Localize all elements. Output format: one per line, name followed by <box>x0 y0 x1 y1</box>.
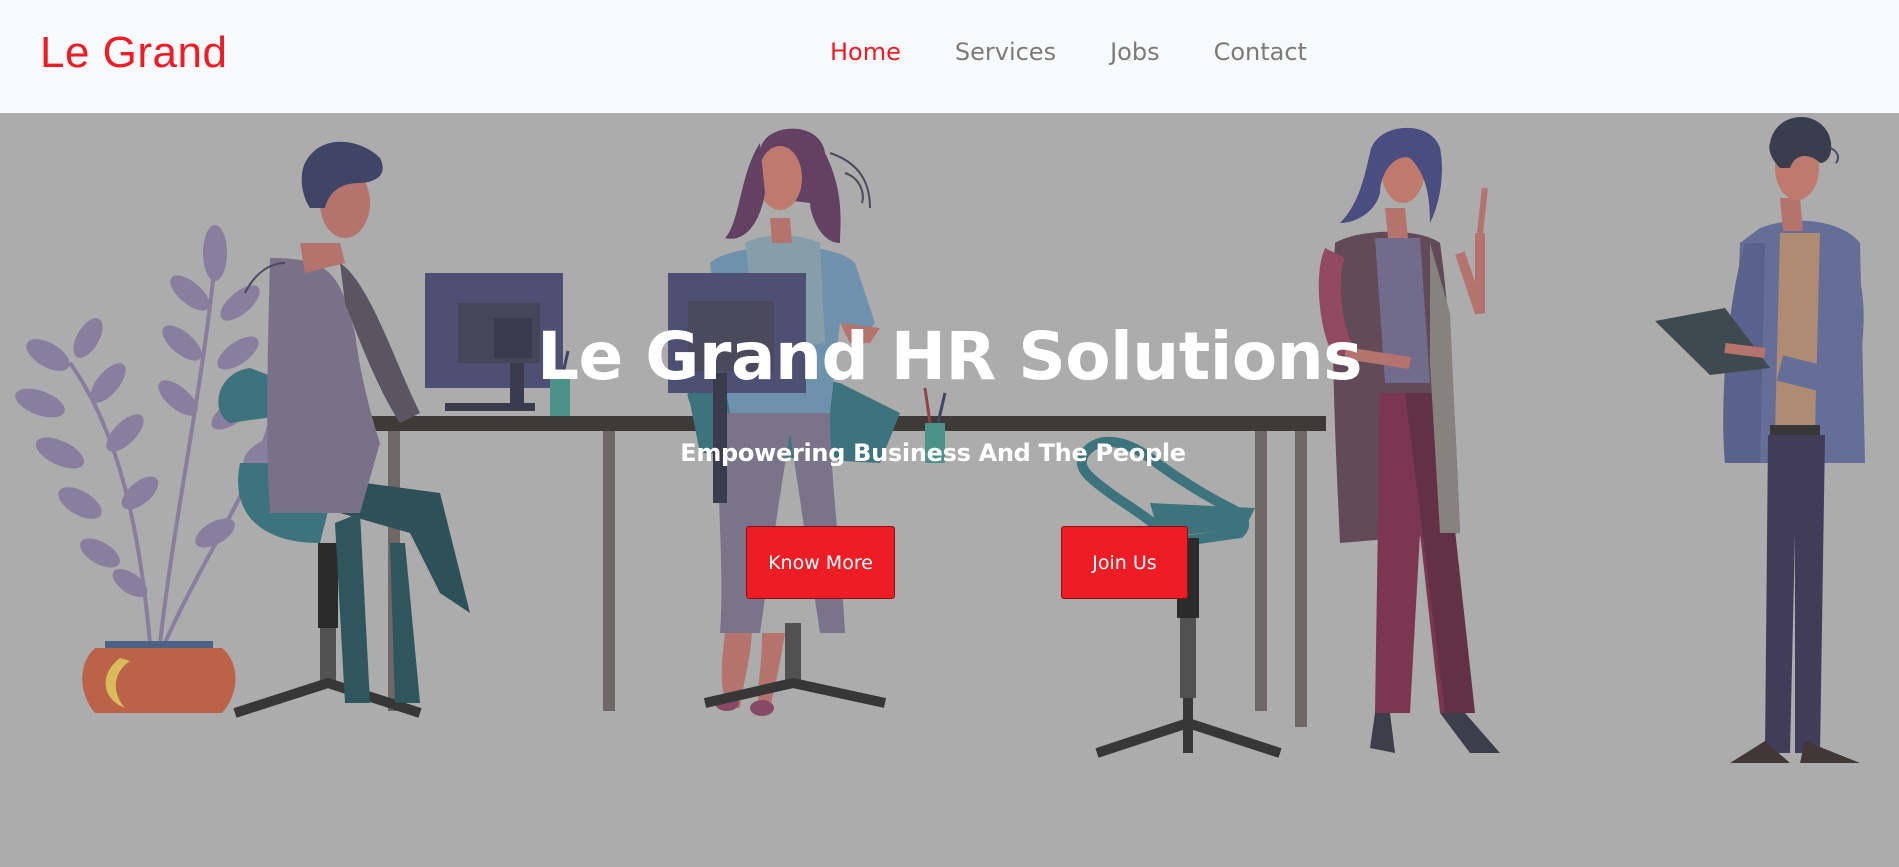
hero-subtitle: Empowering Business And The People <box>680 439 1186 467</box>
nav-item-home[interactable]: Home <box>830 38 901 66</box>
nav-item-jobs[interactable]: Jobs <box>1110 38 1160 66</box>
brand-logo[interactable]: Le Grand <box>40 28 227 78</box>
know-more-button[interactable]: Know More <box>746 526 895 599</box>
navbar: Le Grand Home Services Jobs Contact <box>0 0 1899 113</box>
nav-menu: Home Services Jobs Contact <box>830 38 1361 66</box>
nav-item-contact[interactable]: Contact <box>1214 38 1307 66</box>
hero-title: Le Grand HR Solutions <box>536 318 1363 395</box>
join-us-button[interactable]: Join Us <box>1061 526 1188 599</box>
office-illustration <box>0 113 1899 867</box>
nav-item-services[interactable]: Services <box>955 38 1056 66</box>
hero-section: Le Grand HR Solutions Empowering Busines… <box>0 113 1899 867</box>
